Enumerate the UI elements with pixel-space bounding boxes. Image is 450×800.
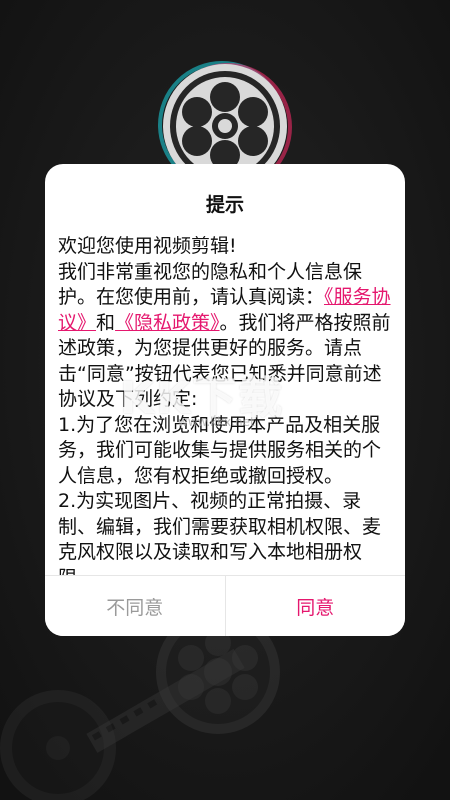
and-text: 和 <box>96 311 116 334</box>
agree-button[interactable]: 同意 <box>226 576 406 636</box>
dialog-title: 提示 <box>205 194 244 216</box>
terms-item-1: 1.为了您在浏览和使用本产品及相关服务，我们可能收集与提供服务相关的个人信息，您… <box>58 413 382 487</box>
policy-paragraph: 我们非常重视您的隐私和个人信息保护。在您使用前，请认真阅读：《服务协议》和《隐私… <box>58 260 393 413</box>
disagree-button[interactable]: 不同意 <box>45 576 226 636</box>
welcome-text: 欢迎您使用视频剪辑! <box>58 235 237 257</box>
privacy-dialog: 提示 欢迎您使用视频剪辑! 我们非常重视您的隐私和个人信息保护。在您使用前，请认… <box>45 164 405 636</box>
dialog-button-row: 不同意 同意 <box>45 575 405 636</box>
policy-text-1: 我们非常重视您的隐私和个人信息保护。在您使用前，请认真阅读： <box>58 260 363 309</box>
privacy-policy-link[interactable]: 《隐私政策》 <box>115 312 220 334</box>
